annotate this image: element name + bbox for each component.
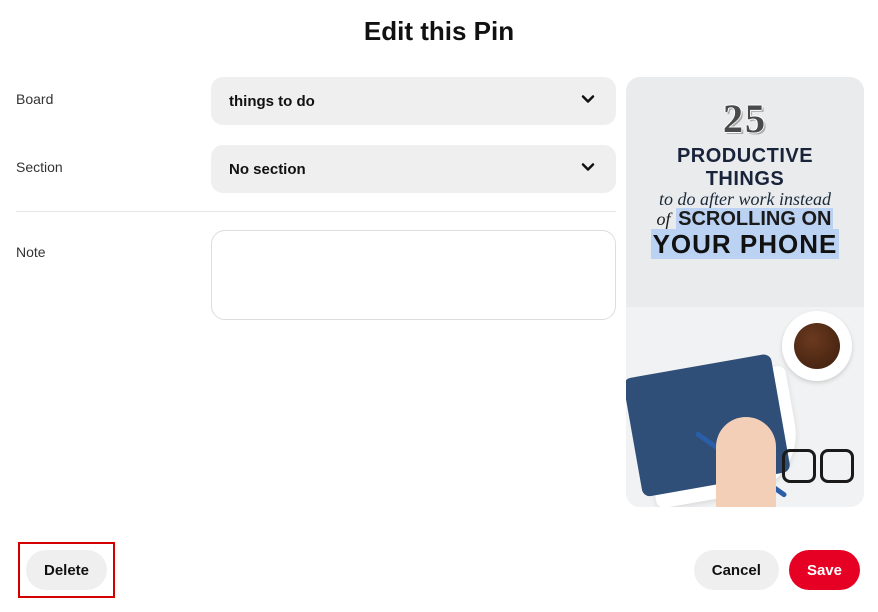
hand-icon [716,417,776,507]
note-input[interactable] [211,230,616,320]
board-select-value: things to do [229,93,315,110]
preview-column: 25 PRODUCTIVE THINGS to do after work in… [626,77,864,507]
pin-line2: to do after work instead [636,189,854,210]
note-row: Note [16,230,616,325]
board-row: Board things to do [16,77,616,125]
board-select[interactable]: things to do [211,77,616,125]
modal-title: Edit this Pin [0,0,878,77]
pin-preview-image: 25 PRODUCTIVE THINGS to do after work in… [626,77,864,507]
chevron-down-icon [578,157,598,181]
section-row: Section No section [16,145,616,193]
delete-button[interactable]: Delete [26,550,107,590]
coffee-cup-icon [782,311,852,381]
pin-number: 25 [636,99,854,139]
section-select-value: No section [229,161,306,178]
section-select[interactable]: No section [211,145,616,193]
divider [16,211,616,212]
form-column: Board things to do Section No section [16,77,616,507]
note-label: Note [16,230,211,260]
save-button[interactable]: Save [789,550,860,590]
chevron-down-icon [578,89,598,113]
glasses-icon [782,449,854,481]
pin-line1: PRODUCTIVE THINGS [636,145,854,191]
board-label: Board [16,77,211,107]
cancel-button[interactable]: Cancel [694,550,779,590]
modal-footer: Delete Cancel Save [0,542,878,598]
pin-line3: of SCROLLING ON [636,208,854,231]
delete-highlight-box: Delete [18,542,115,598]
section-label: Section [16,145,211,175]
modal-content: Board things to do Section No section [0,77,878,507]
pin-line4: YOUR PHONE [636,229,854,260]
pin-illustration [626,307,864,507]
